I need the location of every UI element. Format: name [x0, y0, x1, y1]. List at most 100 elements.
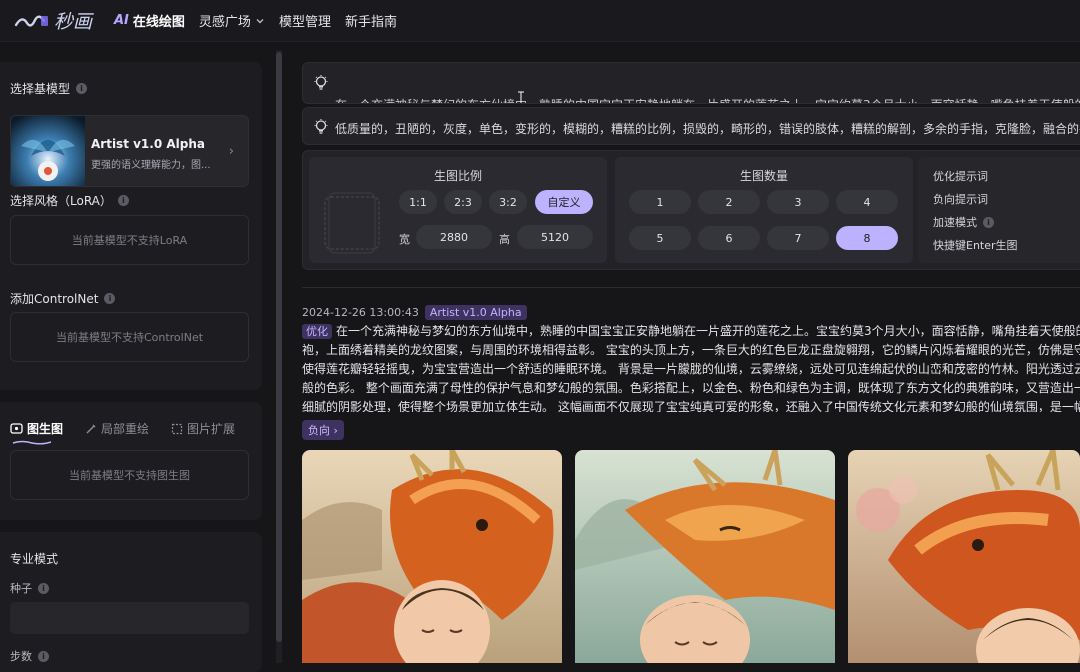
logo[interactable]: 秒画: [14, 7, 114, 34]
negative-prompt-input[interactable]: 低质量的，丑陋的，灰度，单色，变形的，模糊的，糟糕的比例，损毁的，畸形的，错误的…: [302, 107, 1080, 145]
dragon-baby-image: [302, 450, 562, 663]
generation-settings: 生图比例 1:1 2:3 3:2 自定义 宽 2880 高 5120 生图数量 …: [302, 150, 1080, 270]
height-label: 高: [499, 233, 510, 246]
nav-model-mgmt[interactable]: 模型管理: [279, 11, 331, 30]
logo-text: 秒画: [54, 11, 93, 33]
width-input[interactable]: 2880: [416, 225, 492, 249]
negative-prompt-label: 负向提示词: [933, 193, 988, 206]
model-name: Artist v1.0 Alpha: [91, 137, 205, 151]
ratio-option-1-1[interactable]: 1:1: [399, 190, 437, 214]
dragon-baby-image: [575, 450, 835, 663]
shortcut-label: 快捷键Enter生图: [933, 239, 1018, 252]
shortcut-toggle[interactable]: 快捷键Enter生图: [933, 237, 1018, 253]
pro-panel: 专业模式 种子 i 步数 i: [0, 532, 262, 672]
steps-label: 步数 i: [10, 648, 49, 664]
main-nav: AI 在线绘图 灵感广场 模型管理 新手指南: [114, 11, 411, 30]
brush-icon: [86, 424, 96, 433]
info-icon[interactable]: i: [117, 195, 129, 206]
info-icon[interactable]: i: [76, 83, 88, 94]
lora-empty: 当前基模型不支持LoRA: [10, 215, 249, 265]
result-description: 优化 在一个充满神秘与梦幻的东方仙境中，熟睡的中国宝宝正安静地躺在一片盛开的莲花之…: [302, 322, 1080, 412]
result-timestamp: 2024-12-26 13:00:43: [302, 306, 419, 319]
controlnet-title-text: 添加ControlNet: [10, 292, 99, 306]
lora-title-text: 选择风格（LoRA）: [10, 194, 112, 208]
count-option-3[interactable]: 3: [767, 190, 829, 214]
nav-online-draw[interactable]: AI 在线绘图: [114, 11, 185, 30]
tab-inpaint[interactable]: 局部重绘: [85, 420, 149, 437]
negative-prompt-toggle[interactable]: 负向提示词: [933, 191, 988, 207]
positive-prompt-input[interactable]: 在一个充满神秘与梦幻的东方仙境中，熟睡的中国宝宝正安静地躺在一片盛开的莲花之上。…: [302, 62, 1080, 104]
info-icon[interactable]: i: [38, 650, 49, 662]
info-icon[interactable]: i: [983, 216, 994, 228]
height-input[interactable]: 5120: [517, 225, 593, 249]
base-model-title: 选择基模型 i: [10, 80, 88, 97]
positive-prompt-text: 在一个充满神秘与梦幻的东方仙境中，熟睡的中国宝宝正安静地躺在一片盛开的莲花之上。…: [335, 96, 1080, 103]
tab-outpaint-label: 图片扩展: [187, 422, 236, 436]
model-card[interactable]: Artist v1.0 Alpha 更强的语义理解能力，图... ›: [10, 115, 249, 187]
count-option-4[interactable]: 4: [836, 190, 898, 214]
nav-inspiration[interactable]: 灵感广场: [199, 11, 265, 30]
count-option-1[interactable]: 1: [629, 190, 691, 214]
expand-icon: [171, 423, 183, 434]
desc-line: 优化 在一个充满神秘与梦幻的东方仙境中，熟睡的中国宝宝正安静地躺在一片盛开的莲花之…: [302, 322, 1080, 341]
width-label: 宽: [399, 233, 410, 246]
generated-image-1[interactable]: [302, 450, 562, 663]
pro-mode-title: 专业模式: [10, 552, 59, 566]
tab-img2img[interactable]: 图生图: [10, 420, 63, 437]
chevron-right-icon: ›: [228, 144, 234, 159]
sidebar-scrollbar[interactable]: [276, 52, 282, 642]
nav-inspiration-label: 灵感广场: [198, 15, 251, 30]
generated-image-2[interactable]: [575, 450, 835, 663]
nav-model-mgmt-label: 模型管理: [278, 15, 331, 30]
lora-title: 选择风格（LoRA） i: [10, 192, 129, 209]
model-panel: 选择基模型 i Artist v1.0 Alpha 更强的语义理解能力，图... …: [0, 62, 262, 390]
steps-label-text: 步数: [10, 650, 32, 663]
optimize-prompt-toggle[interactable]: 优化提示词: [933, 168, 988, 184]
negative-toggle-button[interactable]: 负向 ›: [302, 420, 344, 440]
ratio-option-2-3[interactable]: 2:3: [444, 190, 482, 214]
seed-label-text: 种子: [10, 582, 32, 595]
count-option-5[interactable]: 5: [629, 226, 691, 250]
count-title: 生图数量: [739, 169, 788, 183]
generated-image-3[interactable]: [848, 450, 1080, 663]
nav-guide[interactable]: 新手指南: [345, 11, 397, 30]
info-icon[interactable]: i: [104, 293, 116, 304]
count-box: 生图数量 1 2 3 4 5 6 7 8: [615, 157, 913, 263]
ai-tag: AI: [114, 13, 129, 28]
ratio-preview-icon: [324, 192, 380, 254]
accelerate-toggle[interactable]: 加速模式 i: [933, 214, 994, 230]
seed-input[interactable]: [10, 602, 249, 634]
tab-underline: [12, 440, 52, 445]
nav-guide-label: 新手指南: [344, 15, 397, 30]
result-model-badge: Artist v1.0 Alpha: [424, 305, 527, 320]
count-option-2[interactable]: 2: [698, 190, 760, 214]
ratio-option-3-2[interactable]: 3:2: [489, 190, 527, 214]
ratio-title: 生图比例: [433, 169, 482, 183]
ratio-box: 生图比例 1:1 2:3 3:2 自定义 宽 2880 高 5120: [309, 157, 607, 263]
ratio-option-custom[interactable]: 自定义: [535, 190, 593, 214]
logo-icon: [14, 15, 48, 27]
result-meta: 2024-12-26 13:00:43 Artist v1.0 Alpha: [302, 305, 527, 320]
nav-online-draw-label: 在线绘图: [132, 15, 185, 30]
desc-line-text: 在一个充满神秘与梦幻的东方仙境中，熟睡的中国宝宝正安静地躺在一片盛开的莲花之上。…: [336, 324, 1080, 338]
info-icon[interactable]: i: [38, 582, 49, 594]
text-cursor-icon: [518, 91, 524, 103]
desc-line: 袍，上面绣着精美的龙纹图案，与周围的环境相得益彰。 宝宝的头顶上方，一条巨大的红…: [302, 343, 1080, 357]
seed-label: 种子 i: [10, 580, 49, 596]
count-option-8[interactable]: 8: [836, 226, 898, 250]
lightbulb-icon: [314, 75, 328, 90]
main-area: 在一个充满神秘与梦幻的东方仙境中，熟睡的中国宝宝正安静地躺在一片盛开的莲花之上。…: [290, 50, 1080, 663]
image-icon: [10, 422, 23, 434]
controlnet-empty: 当前基模型不支持ControlNet: [10, 312, 249, 362]
desc-line: 细腻的阴影处理，使得整个场景更加立体生动。 这幅画面不仅展现了宝宝纯真可爱的形象…: [302, 400, 1080, 412]
sidebar: 选择基模型 i Artist v1.0 Alpha 更强的语义理解能力，图... …: [0, 50, 270, 672]
count-option-6[interactable]: 6: [698, 226, 760, 250]
img2img-empty: 当前基模型不支持图生图: [10, 450, 249, 500]
base-model-title-text: 选择基模型: [10, 82, 71, 96]
divider: [302, 287, 1080, 288]
tab-outpaint[interactable]: 图片扩展: [171, 420, 235, 437]
negative-prompt-text: 低质量的，丑陋的，灰度，单色，变形的，模糊的，糟糕的比例，损毁的，畸形的，错误的…: [335, 122, 1080, 136]
lightbulb-icon: [314, 119, 328, 134]
count-option-7[interactable]: 7: [767, 226, 829, 250]
optimize-badge: 优化: [302, 324, 332, 339]
